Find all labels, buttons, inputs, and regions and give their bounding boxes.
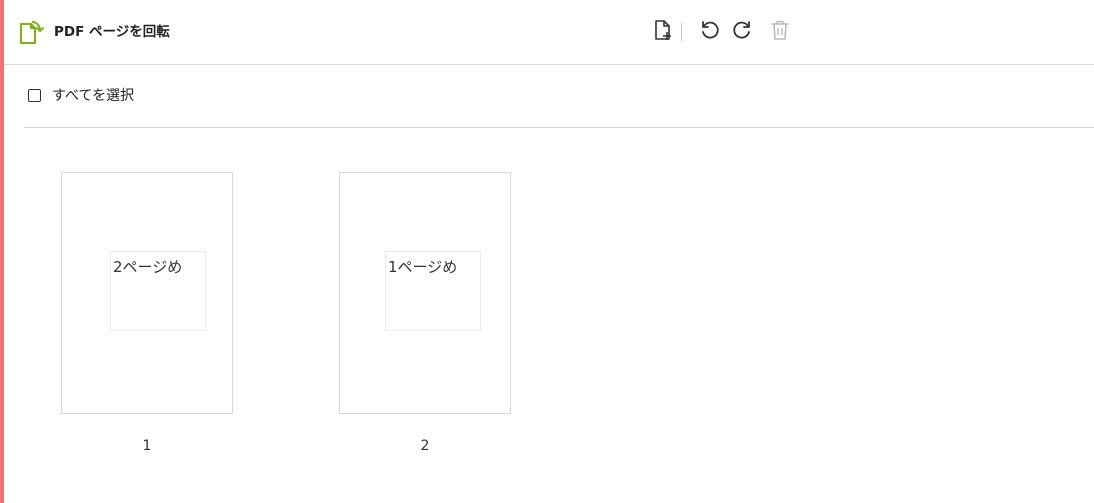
page-number: 1	[142, 438, 152, 454]
page-thumbnail[interactable]: 2ページめ	[61, 172, 233, 414]
page-title: PDF ページを回転	[54, 24, 170, 40]
app-window: PDF ページを回転 すべてを選択 2ページめ 1 1ページめ 2	[0, 0, 1094, 503]
select-all-row: すべてを選択	[24, 80, 1094, 128]
page-content-text: 1ページめ	[388, 258, 458, 276]
rotate-right-button[interactable]	[730, 20, 754, 44]
rotate-left-button[interactable]	[698, 20, 722, 44]
file-plus-icon	[653, 19, 673, 45]
trash-icon	[770, 19, 790, 45]
delete-button[interactable]	[768, 20, 792, 44]
rotate-ccw-icon	[699, 19, 721, 45]
rotate-cw-icon	[731, 19, 753, 45]
page-content-box: 2ページめ	[110, 251, 206, 331]
rotate-pdf-icon	[18, 19, 44, 45]
page-content-box: 1ページめ	[385, 251, 481, 331]
toolbar-separator	[681, 23, 682, 41]
page-thumbnail[interactable]: 1ページめ	[339, 172, 511, 414]
page-content-text: 2ページめ	[113, 258, 183, 276]
header: PDF ページを回転	[4, 0, 1094, 65]
select-all-checkbox[interactable]	[28, 89, 41, 102]
page-number: 2	[420, 438, 430, 454]
select-all-label[interactable]: すべてを選択	[52, 86, 134, 106]
add-page-button[interactable]	[651, 20, 675, 44]
